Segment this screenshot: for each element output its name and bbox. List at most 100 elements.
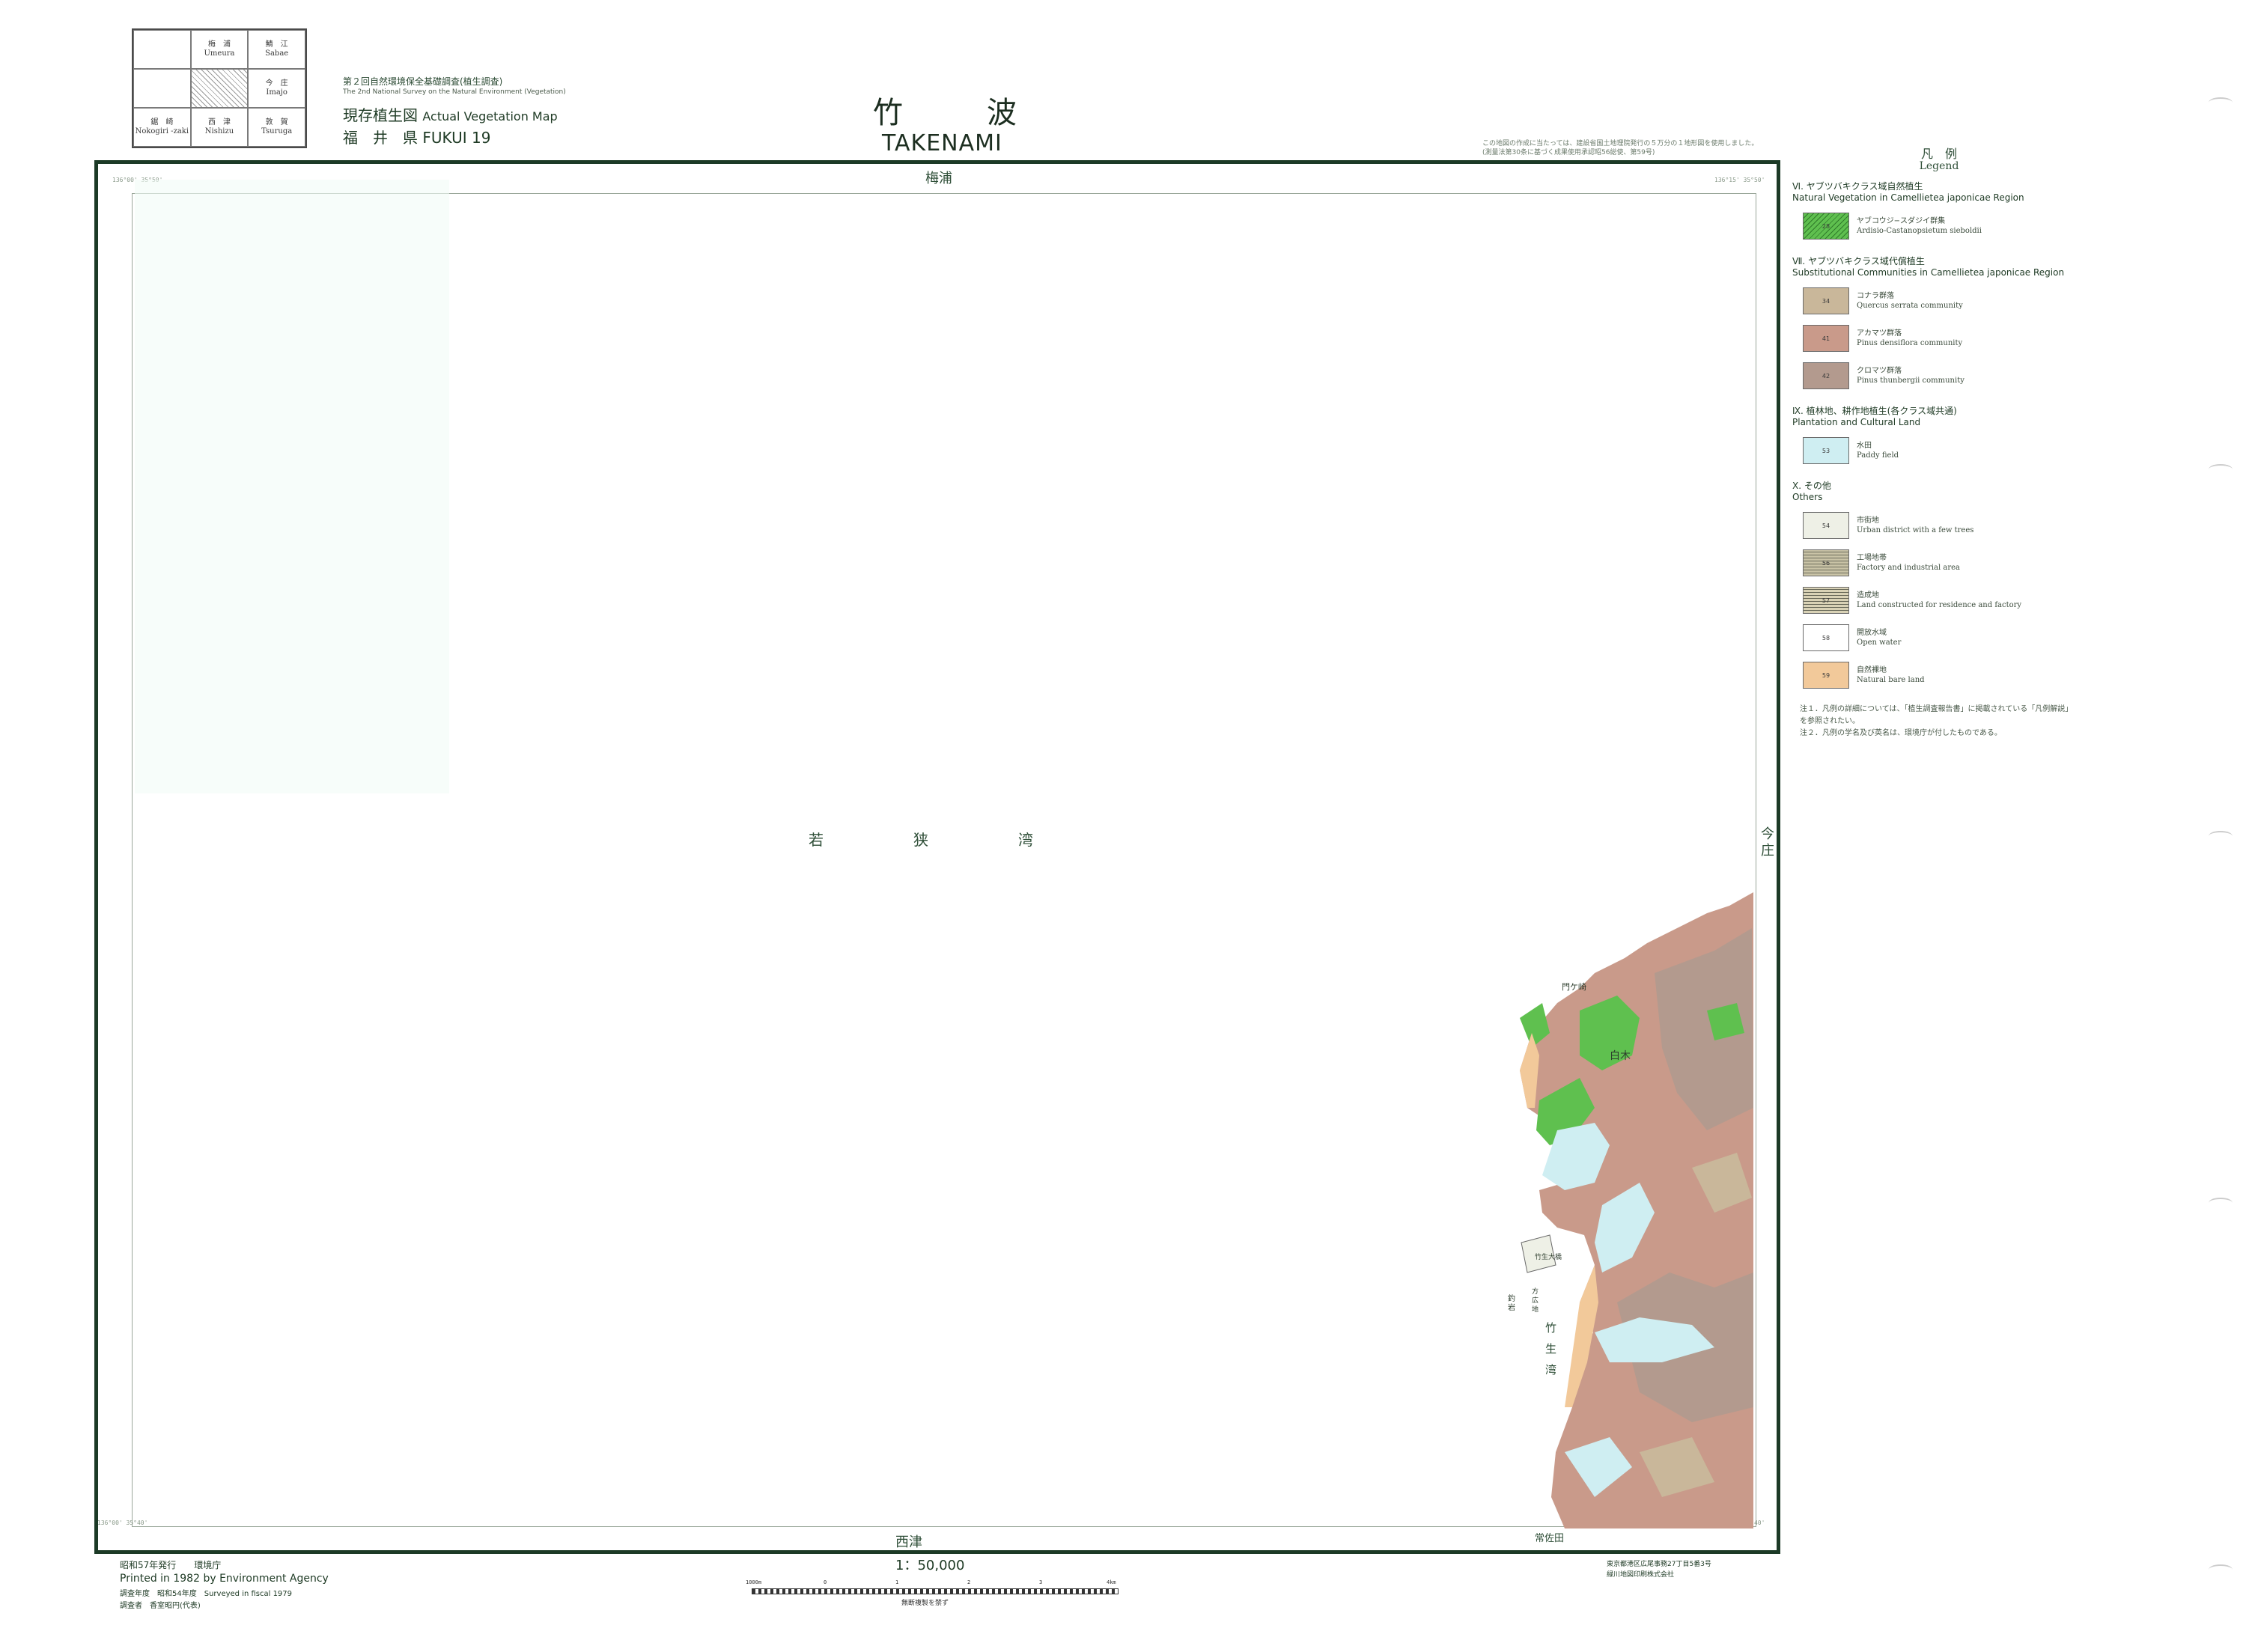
binder-mark bbox=[2209, 1198, 2233, 1208]
bay-label: 竹生湾 bbox=[1545, 1321, 1557, 1377]
surveyor-label: 調査者 香室昭円(代表) bbox=[120, 1602, 201, 1610]
index-cell-tsuruga: 敦 賀 Tsuruga bbox=[248, 108, 305, 147]
scale-tick: 0 bbox=[824, 1579, 827, 1585]
scale-tick: 1000m bbox=[746, 1579, 762, 1585]
printer-address: 東京都港区広尾事務27丁目5番3号 bbox=[1607, 1561, 1711, 1568]
printed-label: Printed in 1982 by Environment Agency bbox=[120, 1573, 329, 1585]
published-label: 昭和57年発行 環境庁 bbox=[120, 1560, 222, 1570]
legend-label: アカマツ群落 Pinus densiflora community bbox=[1857, 329, 1962, 348]
legend-label-jp: 水田 bbox=[1857, 442, 1872, 450]
legend-label-en: Factory and industrial area bbox=[1857, 564, 1961, 572]
index-cell-imajo: 今 庄 Imajo bbox=[248, 69, 305, 108]
legend-title-en: Legend bbox=[1919, 160, 1959, 172]
legend-swatch: 54 bbox=[1803, 512, 1849, 539]
sea-label: 若 狭 湾 bbox=[809, 831, 1071, 849]
legend-label: 造成地 Land constructed for residence and fa… bbox=[1857, 591, 2021, 610]
legend-code: 56 bbox=[1822, 559, 1830, 567]
place-label: 門ケ崎 bbox=[1562, 982, 1586, 992]
binder-mark bbox=[2209, 464, 2233, 475]
scale-tick: 1 bbox=[895, 1579, 899, 1585]
legend-label-en: Pinus densiflora community bbox=[1857, 339, 1963, 347]
legend-code: 41 bbox=[1822, 335, 1830, 342]
legend-swatch: 58 bbox=[1803, 624, 1849, 651]
legend-label-jp: 開放水域 bbox=[1857, 629, 1887, 637]
index-cell-umeura: 梅 浦 Umeura bbox=[190, 30, 249, 69]
legend-swatch: 57 bbox=[1803, 587, 1849, 614]
legend-notes: 注１．凡例の詳細については、「植生調査報告書」に掲載されている「凡例解説」を参照… bbox=[1800, 704, 2069, 740]
legend-section-heading: Ⅶ. ヤブツバキクラス域代償植生 Substitutional Communiti… bbox=[1792, 256, 2212, 278]
legend-label: コナラ群落 Quercus serrata community bbox=[1857, 291, 1963, 311]
legend-section-heading: Ⅸ. 植林地、耕作地植生(各クラス域共通) Plantation and Cult… bbox=[1792, 406, 2212, 428]
source-note: この地図の作成に当たっては、建設省国土地理院発行の５万分の１地形図を使用しました… bbox=[1482, 140, 1759, 156]
show-through-ghost bbox=[135, 180, 449, 793]
index-cell-current-sheet bbox=[190, 69, 249, 108]
legend-label-jp: ヤブコウジ−スダジイ群集 bbox=[1857, 217, 1946, 225]
legend-swatch: 59 bbox=[1803, 662, 1849, 689]
scale-tick: 2 bbox=[967, 1579, 971, 1585]
place-label: 竹生大橋 bbox=[1535, 1254, 1562, 1261]
sheet-title-en: TAKENAMI bbox=[882, 130, 1002, 156]
scale-bar bbox=[752, 1588, 1119, 1594]
coord-bottom-left: 136°00' 35°40' bbox=[97, 1520, 148, 1526]
legend-item: 53 水田 Paddy field bbox=[1803, 437, 1899, 464]
binder-mark bbox=[2209, 831, 2233, 841]
scale-tick: 4km bbox=[1107, 1579, 1116, 1585]
sheet-index-grid: 梅 浦 Umeura 鯖 江 Sabae 今 庄 Imajo 鋸 崎 Nokogiri … bbox=[132, 28, 307, 148]
legend-heading-jp: Ⅶ. ヤブツバキクラス域代償植生 bbox=[1792, 256, 1925, 266]
copy-note: 無断複製を禁ず bbox=[901, 1600, 949, 1607]
index-cell-nishizu: 西 津 Nishizu bbox=[190, 108, 249, 147]
surveyed-label: 調査年度 昭和54年度 Surveyed in fiscal 1979 bbox=[120, 1590, 293, 1598]
legend-item: 58 開放水域 Open water bbox=[1803, 624, 1901, 651]
binder-mark bbox=[2209, 1564, 2233, 1575]
legend-label-en: Quercus serrata community bbox=[1857, 302, 1963, 310]
legend-label-en: Open water bbox=[1857, 638, 1902, 647]
legend-label-jp: 市街地 bbox=[1857, 516, 1879, 525]
legend-note: 注１．凡例の詳細については、「植生調査報告書」に掲載されている「凡例解説」を参照… bbox=[1800, 705, 2069, 725]
legend-code: 59 bbox=[1822, 671, 1830, 679]
legend-label: ヤブコウジ−スダジイ群集 Ardisio-Castanopsietum siebo… bbox=[1857, 216, 1982, 236]
index-cell bbox=[133, 69, 191, 108]
legend-label-jp: アカマツ群落 bbox=[1857, 329, 1902, 338]
coord-top-right: 136°15' 35°50' bbox=[1714, 177, 1765, 183]
edge-label-right: 今庄 bbox=[1761, 826, 1774, 859]
legend-label: 工場地帯 Factory and industrial area bbox=[1857, 553, 1960, 573]
legend-label-en: Paddy field bbox=[1857, 451, 1899, 460]
land-vegetation-map bbox=[1520, 892, 1753, 1528]
legend-label-en: Ardisio-Castanopsietum sieboldii bbox=[1857, 227, 1982, 235]
legend-label: クロマツ群落 Pinus thunbergii community bbox=[1857, 366, 1965, 385]
legend-title-jp: 凡 例 bbox=[1920, 147, 1957, 161]
sheet-title-jp: 竹 波 bbox=[873, 96, 1044, 130]
legend-label-jp: 造成地 bbox=[1857, 591, 1879, 600]
legend-label: 自然裸地 Natural bare land bbox=[1857, 665, 1925, 685]
legend-item: 42 クロマツ群落 Pinus thunbergii community bbox=[1803, 362, 1965, 389]
index-cell bbox=[133, 30, 191, 69]
survey-title-en: The 2nd National Survey on the Natural E… bbox=[343, 88, 566, 96]
legend-item: 56 工場地帯 Factory and industrial area bbox=[1803, 549, 1960, 576]
legend-item: 59 自然裸地 Natural bare land bbox=[1803, 662, 1925, 689]
legend-label: 開放水域 Open water bbox=[1857, 628, 1901, 647]
legend-section-heading: Ⅹ. その他 Others bbox=[1792, 481, 2212, 503]
index-cell-sabae: 鯖 江 Sabae bbox=[248, 30, 305, 69]
edge-label-bottom-left: 西津 bbox=[895, 1534, 922, 1550]
binder-mark bbox=[2209, 97, 2233, 108]
legend-code: 58 bbox=[1822, 634, 1830, 641]
legend-label-en: Land constructed for residence and facto… bbox=[1857, 601, 2022, 609]
index-cell-nokogiri: 鋸 崎 Nokogiri -zaki bbox=[133, 108, 191, 147]
legend-heading-en: Others bbox=[1792, 492, 1823, 502]
legend-label: 市街地 Urban district with a few trees bbox=[1857, 516, 1973, 535]
legend-item: 34 コナラ群落 Quercus serrata community bbox=[1803, 287, 1963, 314]
legend-label-en: Natural bare land bbox=[1857, 676, 1925, 684]
prefecture-label: 福 井 県 FUKUI 19 bbox=[343, 129, 491, 147]
legend-heading-jp: Ⅸ. 植林地、耕作地植生(各クラス域共通) bbox=[1792, 406, 1957, 416]
legend-item: 57 造成地 Land constructed for residence and … bbox=[1803, 587, 2021, 614]
survey-title: 第２回自然環境保全基礎調査(植生調査) bbox=[343, 76, 503, 87]
legend-heading-en: Substitutional Communities in Camelliete… bbox=[1792, 267, 2065, 278]
legend-label-en: Pinus thunbergii community bbox=[1857, 377, 1965, 385]
legend-code: 34 bbox=[1822, 297, 1830, 305]
legend-item: 54 市街地 Urban district with a few trees bbox=[1803, 512, 1973, 539]
legend-swatch: 28 bbox=[1803, 213, 1849, 240]
place-label: 方広地 bbox=[1532, 1288, 1539, 1314]
legend-code: 53 bbox=[1822, 447, 1830, 454]
legend-label-en: Urban district with a few trees bbox=[1857, 526, 1974, 534]
map-type-jp: 現存植生図 bbox=[343, 106, 418, 124]
